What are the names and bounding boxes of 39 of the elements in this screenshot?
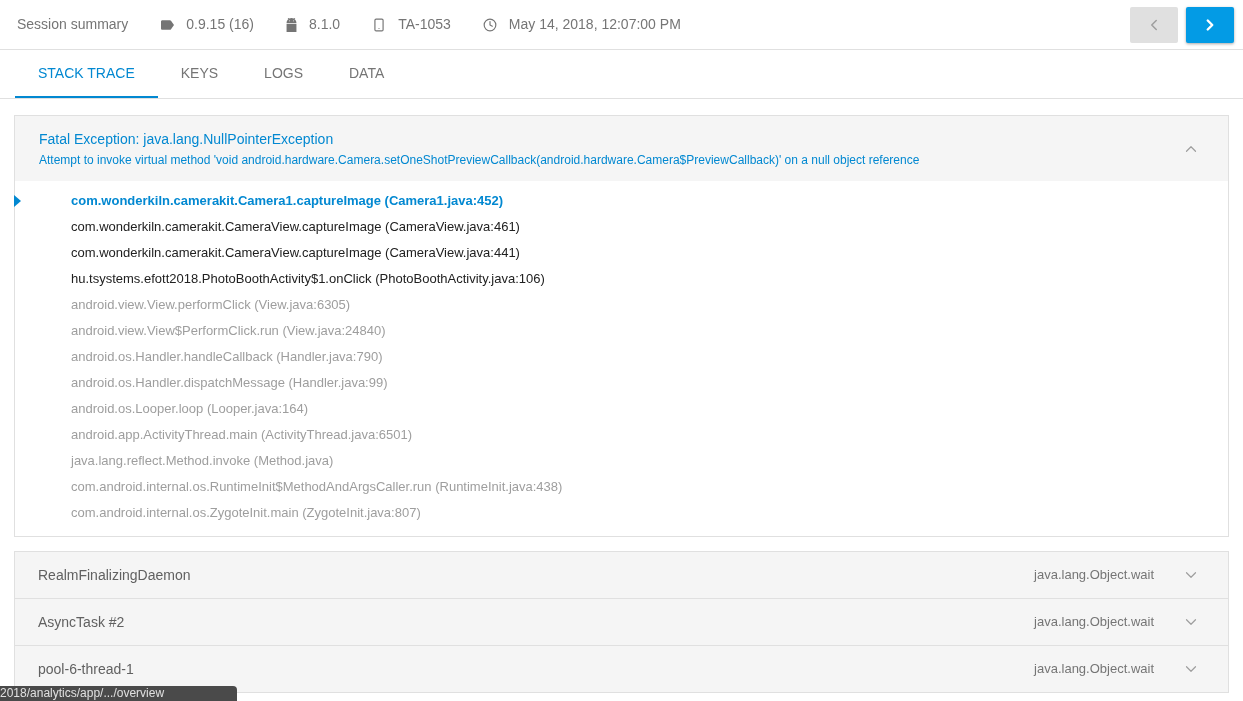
android-icon bbox=[286, 17, 297, 32]
thread-state: java.lang.Object.wait bbox=[1034, 566, 1154, 585]
exception-header[interactable] bbox=[15, 116, 1228, 181]
stack-frame[interactable]: com.wonderkiln.camerakit.CameraView.captureImage (CameraView.java:461) bbox=[71, 217, 520, 237]
stack-frame[interactable]: hu.tsystems.efott2018.PhotoBoothActivity$1.onClick (PhotoBoothActivity.java:106) bbox=[71, 269, 545, 289]
stack-frame[interactable]: android.view.View.performClick (View.java:6305) bbox=[71, 295, 351, 315]
selection-marker-icon bbox=[14, 195, 21, 207]
next-button[interactable] bbox=[1186, 6, 1234, 43]
stack-frame[interactable]: android.os.Handler.dispatchMessage (Handler.java:99) bbox=[71, 373, 388, 393]
os-version-label: 8.1.0 bbox=[309, 15, 341, 34]
tag-icon bbox=[161, 19, 175, 30]
thread-name: pool-6-thread-1 bbox=[38, 659, 134, 679]
tab[interactable]: DATA bbox=[326, 50, 408, 98]
tab[interactable]: KEYS bbox=[157, 50, 242, 98]
stack-frame[interactable]: com.android.internal.os.RuntimeInit$MethodAndArgsCaller.run (RuntimeInit.java:438) bbox=[71, 477, 563, 497]
page-title: Session summary bbox=[17, 15, 129, 34]
smartphone-icon bbox=[372, 16, 387, 33]
version-label: 0.9.15 (16) bbox=[186, 15, 254, 34]
thread-state: java.lang.Object.wait bbox=[1034, 660, 1154, 679]
stack-frame[interactable]: android.os.Handler.handleCallback (Handler.java:790) bbox=[71, 347, 383, 367]
clock-icon bbox=[482, 17, 497, 32]
thread-state: java.lang.Object.wait bbox=[1034, 613, 1154, 632]
stack-frame[interactable]: android.app.ActivityThread.main (ActivityThread.java:6501) bbox=[71, 425, 413, 445]
thread-name: AsyncTask #2 bbox=[38, 612, 125, 632]
timestamp-label: May 14, 2018, 12:07:00 PM bbox=[508, 15, 681, 34]
stack-frame[interactable]: com.android.internal.os.ZygoteInit.main (ZygoteInit.java:807) bbox=[71, 503, 421, 523]
stack-frame[interactable]: com.wonderkiln.camerakit.CameraView.captureImage (CameraView.java:441) bbox=[71, 243, 520, 263]
thread-header[interactable]: RealmFinalizingDaemon java.lang.Object.wait bbox=[14, 551, 1229, 599]
tab[interactable]: LOGS bbox=[241, 50, 326, 98]
stack-frame[interactable]: android.os.Looper.loop (Looper.java:164) bbox=[71, 399, 309, 419]
status-bar-url: 2018/analytics/app/.../overview bbox=[0, 686, 237, 701]
tab[interactable]: STACK TRACE bbox=[15, 50, 158, 98]
stack-frame[interactable]: java.lang.reflect.Method.invoke (Method.java) bbox=[71, 451, 334, 471]
thread-name: RealmFinalizingDaemon bbox=[38, 565, 191, 585]
stack-frame[interactable]: android.view.View$PerformClick.run (View.java:24840) bbox=[71, 321, 386, 341]
thread-header[interactable]: AsyncTask #2 java.lang.Object.wait bbox=[14, 598, 1229, 646]
exception-title: Fatal Exception: java.lang.NullPointerException bbox=[39, 129, 335, 149]
exception-message: Attempt to invoke virtual method 'void android.hardware.Camera.setOneShotPreviewCallback(android.hardware.Camera$PreviewCallback)' on a null object reference bbox=[39, 151, 921, 169]
device-label: TA-1053 bbox=[398, 15, 451, 34]
